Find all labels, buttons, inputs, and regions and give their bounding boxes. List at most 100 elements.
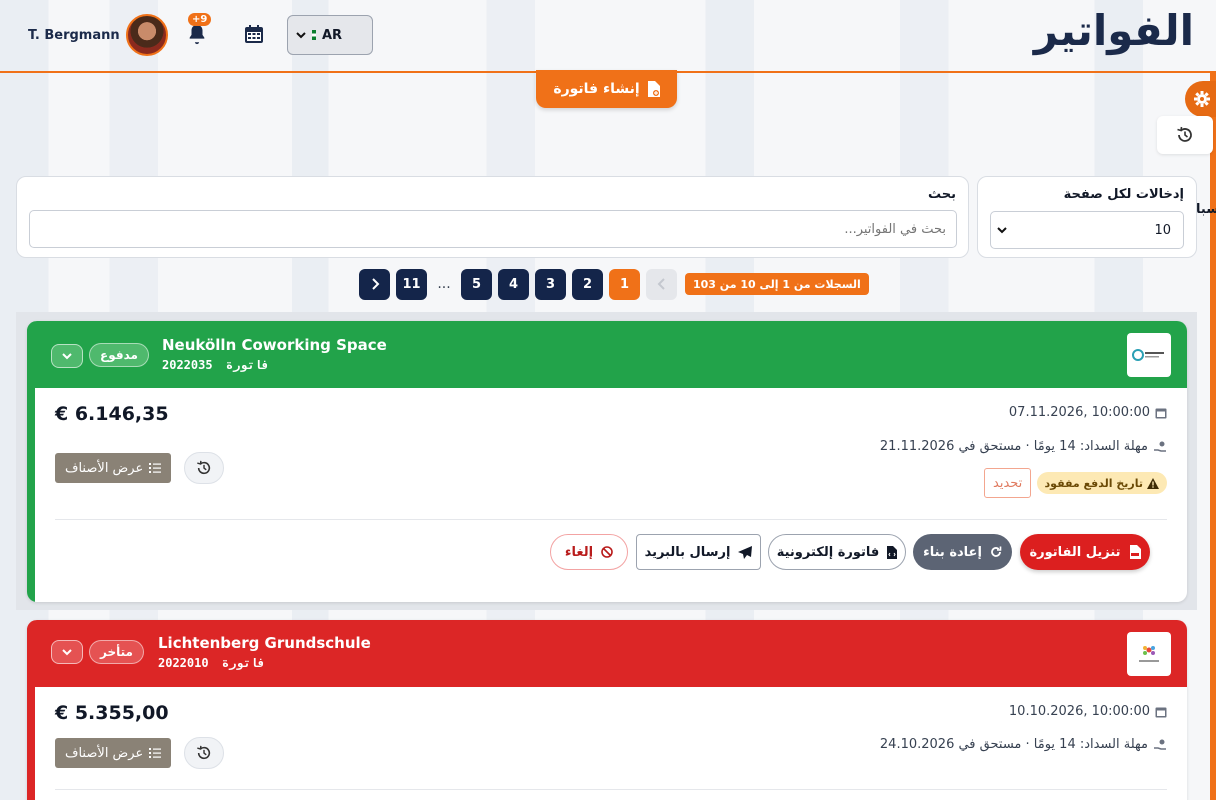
page-button-11[interactable]: 11: [396, 268, 427, 300]
hand-coin-icon: [1154, 441, 1166, 452]
invoice-amount: € 5.355,00: [55, 702, 169, 724]
invoice-amount: € 6.146,35: [55, 403, 169, 425]
notification-badge: +9: [188, 13, 212, 26]
page-button-3[interactable]: 3: [535, 268, 566, 300]
per-page-panel: إدخالات لكل صفحة 10: [977, 176, 1197, 258]
invoice-number-label: فاتورة: [225, 358, 270, 372]
avatar[interactable]: [125, 14, 168, 56]
card-divider: [55, 519, 1167, 520]
send-email-label: إرسال بالبريد: [644, 544, 731, 560]
page-title: الفواتير: [1033, 6, 1194, 55]
expand-button[interactable]: [51, 640, 83, 664]
create-invoice-label: إنشاء فاتورة: [553, 81, 640, 97]
invoice-card-header: [27, 620, 1187, 687]
per-page-value: 10: [1154, 222, 1171, 238]
invoice-history-button[interactable]: [184, 737, 224, 769]
page-button-5[interactable]: 5: [461, 268, 492, 300]
set-payment-date-button[interactable]: تحديد: [984, 468, 1032, 498]
list-icon: [149, 748, 162, 758]
search-panel: بحث: [16, 176, 969, 258]
hand-coin-icon: [1154, 739, 1166, 750]
invoice-number: 2022010 فاتورة: [158, 656, 265, 670]
e-invoice-button[interactable]: فاتورة إلكترونية: [768, 534, 906, 570]
history-icon: [197, 745, 211, 760]
per-page-select[interactable]: 10: [990, 211, 1184, 249]
search-input[interactable]: [29, 210, 957, 248]
list-icon: [149, 463, 162, 473]
page-button-4[interactable]: 4: [498, 268, 529, 300]
per-page-label: إدخالات لكل صفحة: [1063, 187, 1184, 202]
missing-payment-date-text: تاريخ الدفع مفقود: [1044, 476, 1143, 490]
user-name: T. Bergmann: [28, 27, 120, 43]
pdf-icon: [1129, 545, 1141, 559]
language-select[interactable]: AR: [287, 15, 373, 55]
cancel-invoice-button[interactable]: إلغاء: [550, 534, 628, 570]
invoice-due-text: مهلة السداد: 14 يومًا · مستحق في 21.11.2…: [879, 439, 1148, 454]
prev-page-button[interactable]: [646, 268, 677, 300]
chevron-right-icon: [371, 278, 379, 290]
chevron-down-icon: [296, 32, 306, 39]
file-plus-icon: [647, 81, 660, 97]
missing-payment-date-badge: تاريخ الدفع مفقود: [1036, 472, 1167, 494]
coworking-logo-icon: [1132, 349, 1164, 361]
invoice-number: 2022035 فاتورة: [162, 358, 269, 372]
invoice-date-text: 10:00:00 ,07.11.2026: [1008, 405, 1150, 420]
download-invoice-button[interactable]: تنزيل الفاتورة: [1020, 534, 1150, 570]
pagination-ellipsis: ...: [437, 276, 451, 292]
expand-button[interactable]: [51, 344, 83, 368]
invoice-card: Neukölln Coworking Space 2022035 فاتورة …: [27, 321, 1187, 602]
flag-icon: [312, 30, 316, 40]
search-label: بحث: [927, 187, 956, 202]
refresh-icon: [991, 546, 1002, 557]
e-invoice-label: فاتورة إلكترونية: [776, 544, 880, 560]
gear-icon: [1194, 91, 1210, 107]
page-header: T. Bergmann +9 AR الفواتير: [0, 0, 1216, 800]
status-stripe: [27, 620, 35, 800]
cutoff-label: سبا: [1196, 202, 1216, 217]
paper-plane-icon: [738, 545, 753, 559]
status-badge: متأخر: [89, 640, 144, 664]
invoice-number-value: 2022010: [158, 656, 209, 670]
chevron-down-icon: [62, 353, 72, 360]
invoice-due: مهلة السداد: 14 يومًا · مستحق في 24.10.2…: [880, 737, 1167, 752]
card-divider: [55, 789, 1167, 790]
page-button-2[interactable]: 2: [572, 268, 603, 300]
calendar-icon: [1155, 408, 1167, 418]
view-items-button[interactable]: عرض الأصناف: [55, 738, 172, 768]
page-button-1[interactable]: 1: [609, 268, 640, 300]
settings-button[interactable]: [1185, 81, 1216, 117]
ban-icon: [601, 546, 613, 558]
chevron-left-icon: [657, 278, 665, 290]
invoice-date-text: 10:00:00 ,10.10.2026: [1008, 704, 1150, 719]
client-logo: [1127, 632, 1171, 676]
warning-icon: [1147, 477, 1159, 489]
calendar-icon[interactable]: [244, 24, 264, 44]
history-icon: [1177, 126, 1192, 142]
history-icon: [197, 460, 211, 475]
invoice-number-value: 2022035: [162, 358, 213, 372]
invoice-due-text: مهلة السداد: 14 يومًا · مستحق في 24.10.2…: [879, 737, 1148, 752]
status-stripe: [27, 321, 35, 602]
cancel-invoice-label: إلغاء: [564, 544, 594, 560]
history-button[interactable]: [1157, 116, 1213, 154]
invoice-date: 10:00:00 ,07.11.2026: [1009, 405, 1167, 420]
send-email-button[interactable]: إرسال بالبريد: [636, 534, 761, 570]
invoice-due: مهلة السداد: 14 يومًا · مستحق في 21.11.2…: [880, 439, 1167, 454]
frame-edge: [1210, 71, 1216, 800]
create-invoice-button[interactable]: إنشاء فاتورة: [536, 70, 677, 108]
download-invoice-label: تنزيل الفاتورة: [1029, 544, 1121, 560]
user-menu[interactable]: T. Bergmann: [28, 14, 168, 56]
client-logo: [1127, 333, 1171, 377]
view-items-label: عرض الأصناف: [65, 460, 144, 476]
invoice-history-button[interactable]: [184, 452, 224, 484]
rebuild-label: إعادة بناء: [923, 544, 982, 560]
rebuild-button[interactable]: إعادة بناء: [913, 534, 1012, 570]
view-items-button[interactable]: عرض الأصناف: [55, 453, 172, 483]
invoice-card: Lichtenberg Grundschule 2022010 فاتورة م…: [27, 620, 1187, 800]
client-name: Lichtenberg Grundschule: [158, 634, 371, 652]
invoice-card-header: [27, 321, 1187, 388]
next-page-button[interactable]: [359, 268, 390, 300]
chevron-down-icon: [62, 649, 72, 656]
invoice-number-label: فاتورة: [221, 656, 266, 670]
records-badge: السجلات من 1 إلى 10 من 103: [685, 273, 869, 295]
